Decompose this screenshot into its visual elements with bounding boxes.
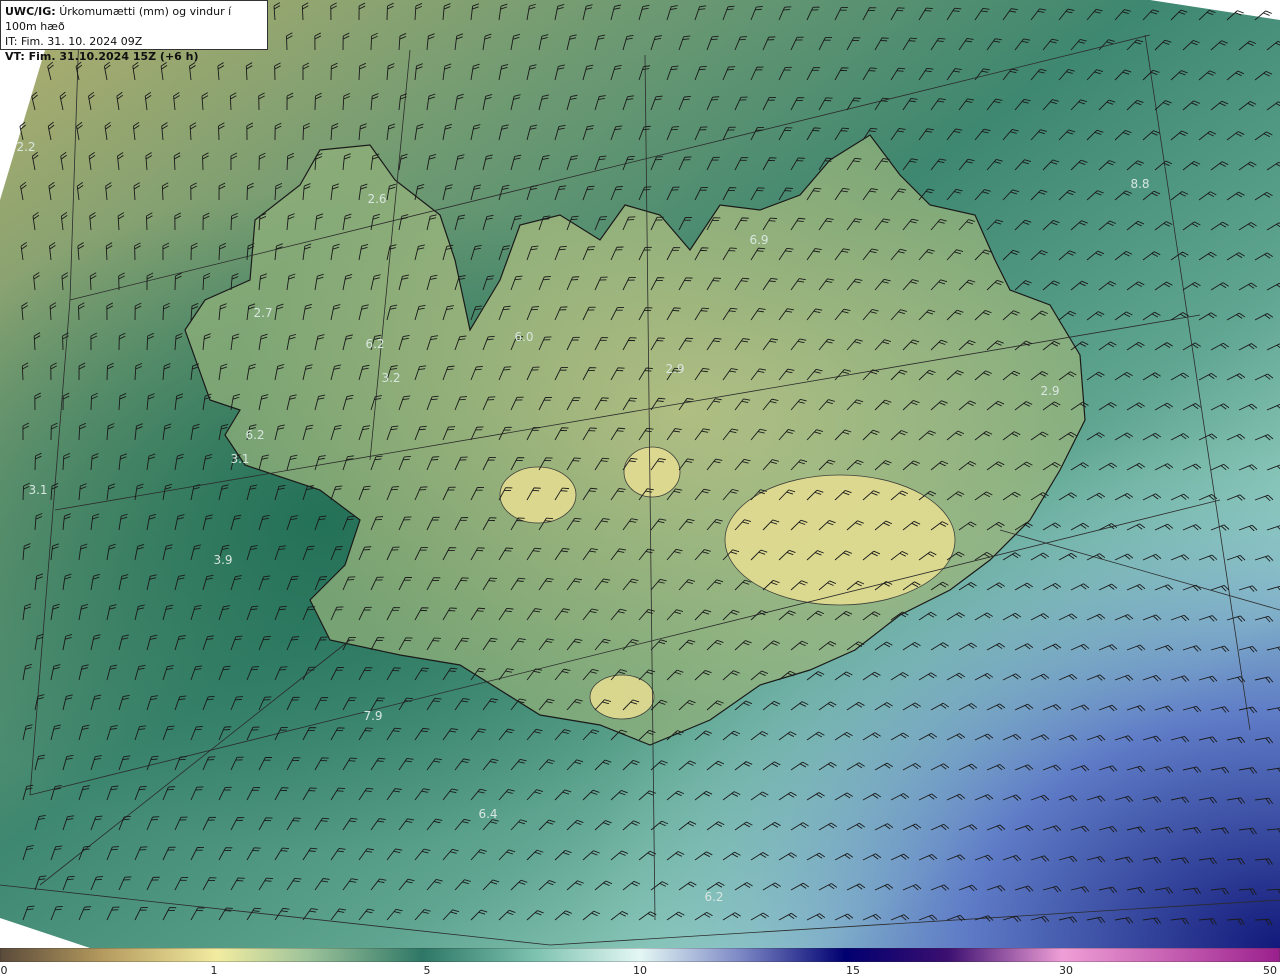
map-label-1: 2.2 xyxy=(16,140,35,154)
map-label-4: 6.2 xyxy=(365,337,384,351)
map-label-3: 2.7 xyxy=(253,306,272,320)
map-label-7: 6.2 xyxy=(245,428,264,442)
colorbar-tick-30: 30 xyxy=(1059,964,1073,977)
map-label-8: 3.1 xyxy=(230,452,249,466)
map-label-15: 7.9 xyxy=(363,709,382,723)
map-label-6: 6.0 xyxy=(514,330,533,344)
map-label-16: 6.4 xyxy=(478,807,497,821)
map-label-9: 3.1 xyxy=(28,483,47,497)
map-label-13: 2.9 xyxy=(1040,384,1059,398)
colorbar-ticks: 0 1 5 10 15 30 50 xyxy=(0,962,1280,978)
map-label-11: 6.9 xyxy=(749,233,768,247)
map-header: UWC/IG: Úrkomumætti (mm) og vindur í 100… xyxy=(0,0,268,63)
colorbar-tick-10: 10 xyxy=(633,964,647,977)
colorbar-tick-1: 1 xyxy=(210,964,218,977)
colorbar-tick-5: 5 xyxy=(423,964,431,977)
weather-map: 2.2 2.6 2.7 6.2 3.2 6.0 6.2 3.1 3.1 3.9 … xyxy=(0,0,1280,948)
colorbar-tick-15: 15 xyxy=(846,964,860,977)
valid-time: VT: Fim. 31.10.2024 15Z (+6 h) xyxy=(5,50,199,63)
glacier-myrdalsjokull xyxy=(589,674,655,720)
map-label-10: 3.9 xyxy=(213,553,232,567)
map-label-17: 6.2 xyxy=(704,890,723,904)
model-name: UWC/IG: xyxy=(5,5,56,18)
map-label-2: 2.6 xyxy=(367,192,386,206)
glacier-langjokull xyxy=(499,466,577,524)
map-label-5: 3.2 xyxy=(381,371,400,385)
initial-time: IT: Fim. 31. 10. 2024 09Z xyxy=(5,35,143,48)
colorbar-tick-0: 0 xyxy=(0,964,8,977)
colorbar-tick-50: 50 xyxy=(1263,964,1277,977)
colorbar xyxy=(0,948,1280,962)
map-label-14: 8.8 xyxy=(1130,177,1149,191)
map-label-12: 2.9 xyxy=(665,362,684,376)
glacier-vatnajokull xyxy=(724,474,956,606)
